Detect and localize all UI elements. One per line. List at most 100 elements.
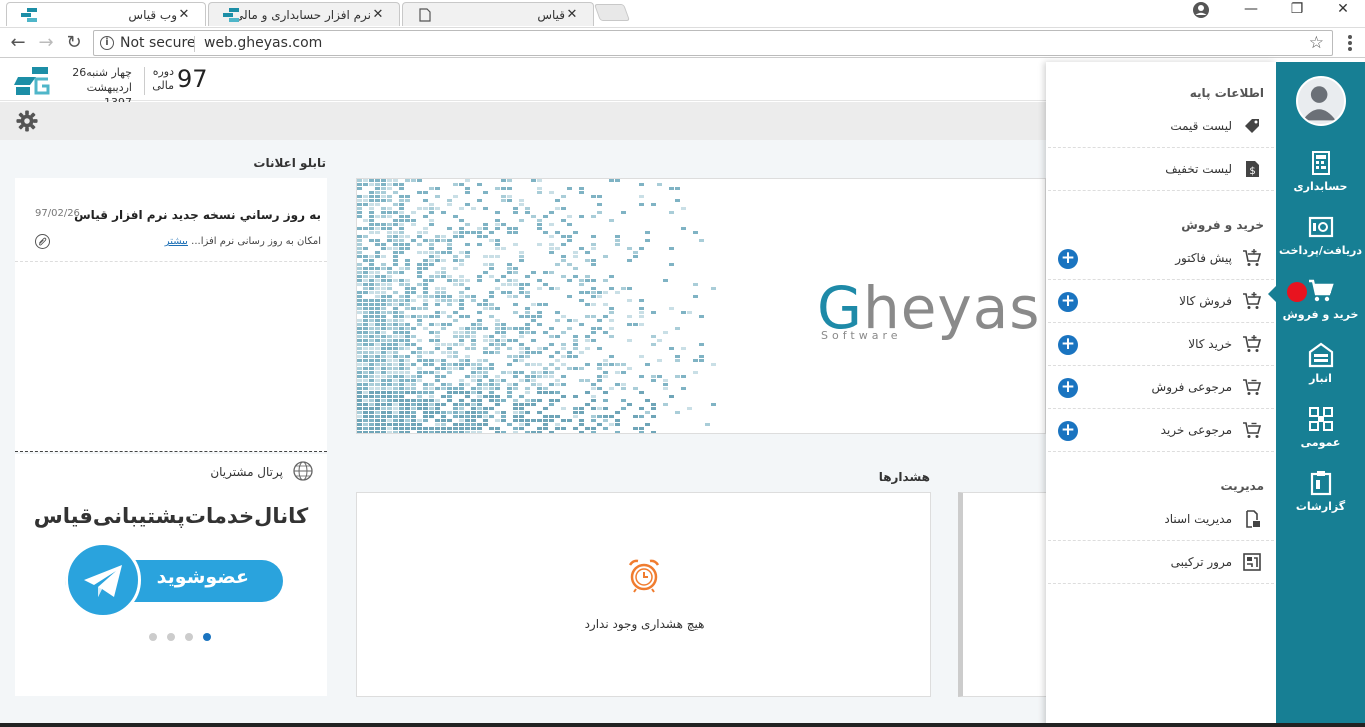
profile-icon[interactable] (1192, 1, 1210, 19)
menu-item-proforma[interactable]: + پیش فاکتور (1048, 238, 1274, 280)
gheyas-favicon-icon (223, 7, 239, 22)
close-window-icon[interactable]: ✕ (1320, 0, 1365, 20)
security-label: Not secure (120, 35, 196, 51)
notice-desc-text: امکان به روز رسانی نرم افزا... (191, 236, 321, 247)
menu-item-document-management[interactable]: مدیریت اسناد (1048, 499, 1274, 541)
cart-icon (1243, 335, 1262, 352)
browser-tab-strip: وب قیاس ✕ نرم افزار حسابداری و مالی ✕ قی… (0, 0, 1365, 28)
add-purchase-return-button[interactable]: + (1058, 421, 1078, 441)
telegram-logo[interactable] (65, 542, 141, 618)
gheyas-banner: Gheyas Software (356, 178, 1046, 434)
add-proforma-button[interactable]: + (1058, 249, 1078, 269)
cart-icon (1243, 379, 1262, 395)
menu-item-label: لیست تخفیف (1165, 162, 1232, 176)
cursor-marker (1287, 282, 1307, 302)
carousel-dot[interactable] (185, 633, 193, 641)
browse-icon (1243, 553, 1261, 571)
nav-warehouse[interactable]: انبار (1276, 342, 1365, 404)
avatar[interactable] (1296, 76, 1346, 126)
reload-icon[interactable]: ↻ (62, 32, 86, 54)
nav-general[interactable]: عمومی (1276, 406, 1365, 468)
user-icon (1302, 86, 1336, 121)
section-title-management: مدیریت (1220, 479, 1264, 493)
tab-title: وب قیاس (128, 7, 177, 22)
nav-label: دریافت/پرداخت (1278, 244, 1363, 257)
gear-icon[interactable] (16, 110, 38, 132)
grid-icon (1309, 407, 1333, 431)
menu-item-sell-goods[interactable]: + فروش کالا (1048, 281, 1274, 323)
secondary-card (958, 492, 1058, 697)
date-weekday: چهار شنبه26 (72, 66, 132, 79)
menu-item-label: لیست قیمت (1170, 119, 1232, 133)
sales-flyout-menu: اطلاعات پایه لیست قیمت $ لیست تخفیف خرید… (1046, 62, 1276, 727)
browser-tab-web-gheyas[interactable]: وب قیاس ✕ (6, 2, 206, 26)
add-sale-button[interactable]: + (1058, 292, 1078, 312)
alarm-clock-icon (628, 559, 660, 593)
section-title-sales: خرید و فروش (1181, 218, 1264, 232)
safe-icon (1308, 216, 1334, 238)
minimize-icon[interactable]: — (1228, 0, 1274, 20)
portal-title: پرتال مشتریان (210, 465, 283, 479)
menu-item-price-list[interactable]: لیست قیمت (1048, 106, 1274, 148)
menu-item-label: فروش کالا (1179, 294, 1232, 308)
tab-close-icon[interactable]: ✕ (371, 7, 385, 22)
divider (144, 67, 145, 95)
attachment-icon[interactable] (35, 234, 50, 249)
warehouse-icon (1308, 342, 1334, 368)
browser-menu-icon[interactable] (1342, 35, 1358, 51)
ledger-icon (1312, 151, 1330, 175)
fiscal-period-label: دوره مالی (150, 65, 174, 93)
tab-close-icon[interactable]: ✕ (565, 7, 579, 22)
alerts-card: هیچ هشداری وجود ندارد (356, 492, 931, 697)
carousel-dot[interactable] (149, 633, 157, 641)
cart-icon (1309, 279, 1334, 302)
main-nav-rail: حسابداری دریافت/پرداخت خرید و فروش انبار… (1268, 62, 1365, 727)
gheyas-logo (14, 67, 50, 95)
menu-item-purchase-return[interactable]: + مرجوعی خرید (1048, 410, 1274, 452)
alerts-title: هشدارها (878, 470, 930, 484)
clipboard-icon (1310, 471, 1332, 496)
menu-item-discount-list[interactable]: $ لیست تخفیف (1048, 149, 1274, 191)
join-button-label: عضوشوید (156, 566, 249, 588)
forward-icon[interactable]: → (34, 32, 58, 54)
add-sales-return-button[interactable]: + (1058, 378, 1078, 398)
alerts-empty-text: هیچ هشداری وجود ندارد (584, 617, 705, 631)
discount-icon: $ (1246, 161, 1259, 177)
maximize-icon[interactable]: ❐ (1274, 0, 1320, 20)
nav-reports[interactable]: گزارشات (1276, 470, 1365, 532)
nav-label: خرید و فروش (1282, 308, 1359, 321)
bookmark-star-icon[interactable]: ☆ (1309, 33, 1324, 53)
carousel-dot-active[interactable] (203, 633, 211, 641)
notice-headline[interactable]: به روز رساني نسخه جديد نرم افزار قياس (74, 208, 321, 222)
notice-item[interactable]: به روز رساني نسخه جديد نرم افزار قياس 97… (15, 196, 327, 262)
cart-icon (1243, 422, 1262, 438)
nav-label: حسابداری (1293, 180, 1348, 193)
back-icon[interactable]: ← (6, 32, 30, 54)
info-icon[interactable]: i (100, 36, 114, 50)
add-purchase-button[interactable]: + (1058, 335, 1078, 355)
section-title-base-info: اطلاعات پایه (1189, 86, 1264, 100)
cart-icon (1243, 292, 1262, 309)
notice-board-title: تابلو اعلانات (253, 156, 326, 170)
menu-item-sales-return[interactable]: + مرجوعی فروش (1048, 367, 1274, 409)
nav-label: گزارشات (1295, 500, 1346, 513)
carousel-dots (141, 633, 211, 643)
url-text[interactable]: web.gheyas.com (204, 35, 322, 51)
notice-date: 97/02/26 (35, 208, 80, 219)
new-tab-button[interactable] (593, 4, 631, 21)
carousel-dot[interactable] (167, 633, 175, 641)
pixel-pattern-graphic (357, 179, 716, 433)
browser-tab-gheyas[interactable]: قیاس ✕ (402, 2, 594, 26)
divider (194, 36, 195, 52)
menu-item-buy-goods[interactable]: + خرید کالا (1048, 324, 1274, 366)
menu-item-combined-browse[interactable]: مرور ترکیبی (1048, 542, 1274, 584)
notice-more-link[interactable]: بیشتر (165, 236, 188, 247)
browser-tab-accounting[interactable]: نرم افزار حسابداری و مالی ✕ (208, 2, 400, 26)
nav-accounting[interactable]: حسابداری (1276, 150, 1365, 212)
address-bar[interactable]: i Not secure web.gheyas.com ☆ (93, 30, 1333, 56)
nav-label: عمومی (1300, 436, 1341, 449)
fiscal-year[interactable]: 97 (177, 65, 208, 93)
cart-icon (1243, 249, 1262, 266)
tab-close-icon[interactable]: ✕ (177, 7, 191, 22)
nav-receive-pay[interactable]: دریافت/پرداخت (1276, 214, 1365, 276)
